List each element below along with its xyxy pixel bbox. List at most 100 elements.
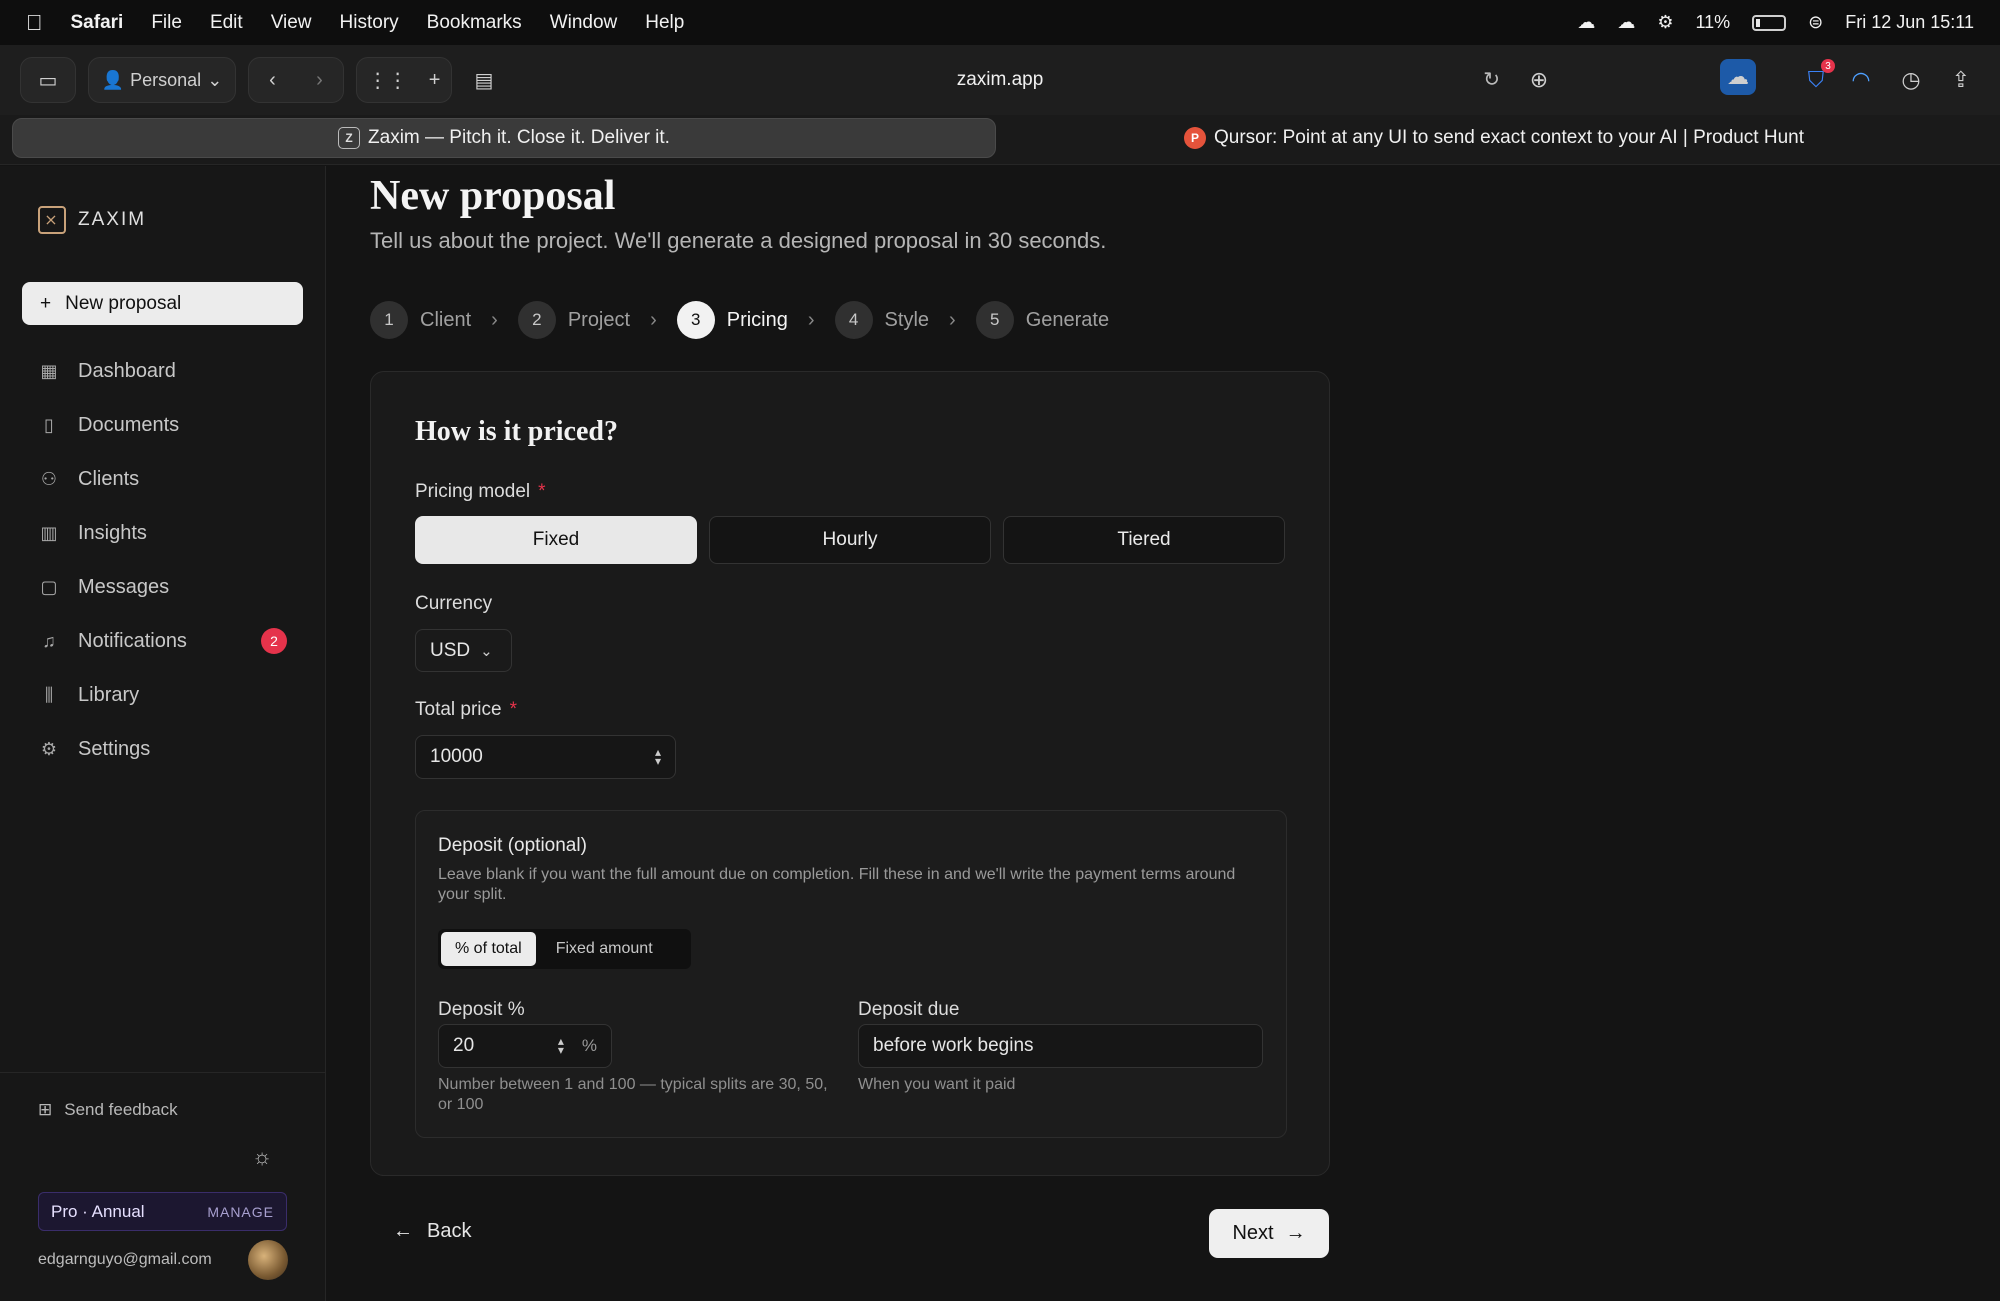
share-icon[interactable]: ⇪ <box>1940 59 1982 101</box>
menu-app-name[interactable]: Safari <box>71 12 124 34</box>
deposit-panel: Deposit (optional) Leave blank if you wa… <box>415 810 1287 1138</box>
tab-zaxim-title: Zaxim — Pitch it. Close it. Deliver it. <box>368 127 670 148</box>
sidebar-item-label: Notifications <box>78 629 187 652</box>
currency-value: USD <box>430 639 471 661</box>
sidebar-item-label: Messages <box>78 575 170 598</box>
step-client[interactable]: 1 Client <box>370 301 471 339</box>
pricing-option-fixed[interactable]: Fixed <box>415 516 697 564</box>
gear-icon: ⚙ <box>40 738 58 759</box>
menu-history[interactable]: History <box>340 12 399 34</box>
reload-icon[interactable]: ↻ <box>1483 67 1500 92</box>
theme-toggle-sun-icon[interactable]: ☼ <box>252 1144 272 1170</box>
forward-arrow-icon[interactable]: › <box>316 69 323 92</box>
sidebar-item-messages[interactable]: ▢ Messages <box>22 560 303 614</box>
new-proposal-label: New proposal <box>65 292 182 314</box>
download-icon[interactable]: ⊕ <box>1518 59 1560 101</box>
tab-zaxim[interactable]: Z Zaxim — Pitch it. Close it. Deliver it… <box>12 118 996 158</box>
cloud-sync-icon[interactable]: ☁ <box>1617 12 1635 33</box>
sidebar-item-notifications[interactable]: ♫ Notifications 2 <box>22 614 303 668</box>
battery-icon[interactable] <box>1752 14 1787 31</box>
grid-icon: ▦ <box>40 360 58 381</box>
extension-cloud-icon[interactable]: ☁ <box>1720 59 1756 95</box>
deposit-percent-label: Deposit % <box>438 999 525 1020</box>
back-label: Back <box>427 1220 472 1242</box>
sidebar-item-library[interactable]: ⫼ Library <box>22 668 303 722</box>
step-project[interactable]: 2 Project <box>517 301 631 339</box>
wifi-extension-icon[interactable]: ◠ <box>1840 59 1882 101</box>
profile-button[interactable]: 👤 Personal ⌄ <box>88 57 236 103</box>
send-feedback-link[interactable]: ⊞ Send feedback <box>38 1100 178 1120</box>
browser-toolbar: ▭ 👤 Personal ⌄ ‹ › ⋮⋮ + ▤ zaxim.app ↻ ⊕ … <box>0 45 2000 115</box>
step-style[interactable]: 4 Style <box>834 301 929 339</box>
deposit-title: Deposit (optional) <box>438 835 587 856</box>
total-price-label-text: Total price <box>415 699 502 720</box>
stepper-arrows-icon[interactable]: ▴ ▾ <box>558 1035 564 1056</box>
step-label: Generate <box>1025 308 1110 331</box>
notification-badge: 2 <box>261 628 287 654</box>
back-button[interactable]: ← Back <box>393 1220 471 1243</box>
cloud-icon[interactable]: ☁ <box>1577 12 1595 33</box>
sidebar-item-documents[interactable]: ▯ Documents <box>22 398 303 452</box>
step-label: Project <box>567 308 631 331</box>
pricing-option-tiered[interactable]: Tiered <box>1003 516 1285 564</box>
sidebar-item-dashboard[interactable]: ▦ Dashboard <box>22 344 303 398</box>
chevron-down-icon: ⌄ <box>480 642 493 660</box>
deposit-due-value: before work begins <box>873 1035 1034 1056</box>
avatar[interactable] <box>248 1240 288 1280</box>
step-generate[interactable]: 5 Generate <box>975 301 1110 339</box>
total-price-label: Total price * <box>415 699 517 721</box>
deposit-due-input[interactable]: before work begins <box>858 1024 1263 1068</box>
feedback-icon: ⊞ <box>38 1100 53 1119</box>
sidebar-item-clients[interactable]: ⚇ Clients <box>22 452 303 506</box>
address-bar[interactable]: zaxim.app ↻ <box>480 55 1520 105</box>
chevron-right-icon: › <box>491 308 498 331</box>
clock[interactable]: Fri 12 Jun 15:11 <box>1845 12 1974 33</box>
tab-overview-icon[interactable]: ⋮⋮ <box>368 68 408 93</box>
menu-edit[interactable]: Edit <box>210 12 243 34</box>
deposit-fixed-option[interactable]: Fixed amount <box>542 932 667 966</box>
page-title: New proposal <box>370 173 616 219</box>
step-pricing[interactable]: 3 Pricing <box>676 301 788 339</box>
menu-window[interactable]: Window <box>550 12 618 34</box>
plus-icon: + <box>40 292 52 314</box>
apple-icon[interactable]:  <box>26 10 43 36</box>
deposit-percent-input[interactable]: 20 ▴ ▾ % <box>438 1024 612 1068</box>
stepper: 1 Client › 2 Project › 3 Pricing › 4 Sty… <box>370 301 1109 339</box>
bitwarden-shield-icon[interactable]: ⛉ 3 <box>1795 59 1837 101</box>
manage-plan-button[interactable]: MANAGE <box>207 1204 274 1220</box>
history-clock-icon[interactable]: ◷ <box>1890 59 1932 101</box>
menu-bookmarks[interactable]: Bookmarks <box>427 12 522 34</box>
main-content: New proposal Tell us about the project. … <box>327 166 2000 1301</box>
tab-product-hunt[interactable]: P Qursor: Point at any UI to send exact … <box>1000 118 1988 158</box>
step-number: 2 <box>517 301 556 339</box>
back-arrow-icon[interactable]: ‹ <box>269 69 276 92</box>
sidebar-toggle-icon[interactable]: ▭ <box>20 57 76 103</box>
stepper-arrows-icon[interactable]: ▴ ▾ <box>655 746 661 767</box>
plan-badge: Pro · Annual MANAGE <box>38 1192 287 1231</box>
sidebar-item-label: Settings <box>78 737 151 760</box>
address-text: zaxim.app <box>956 69 1044 90</box>
arrow-right-icon: → <box>1285 1222 1306 1244</box>
document-icon: ▯ <box>44 414 54 435</box>
product-hunt-favicon-icon: P <box>1183 127 1206 149</box>
step-label: Client <box>420 308 472 331</box>
deposit-percent-option[interactable]: % of total <box>441 932 536 966</box>
brand[interactable]: ⨯ ZAXIM <box>38 206 146 234</box>
sidebar-item-insights[interactable]: ▥ Insights <box>22 506 303 560</box>
gear-status-icon[interactable]: ⚙ <box>1657 12 1673 33</box>
menu-help[interactable]: Help <box>645 12 684 34</box>
new-proposal-button[interactable]: + New proposal <box>22 282 303 325</box>
menu-status-area: ☁ ☁ ⚙ 11% ⊜ Fri 12 Jun 15:11 <box>1577 12 1974 33</box>
currency-select[interactable]: USD ⌄ <box>415 629 512 672</box>
total-price-input[interactable]: 10000 ▴ ▾ <box>415 735 676 779</box>
card-heading: How is it priced? <box>415 416 618 447</box>
brand-name: ZAXIM <box>78 209 147 230</box>
deposit-type-toggle: % of total Fixed amount <box>438 929 691 969</box>
pricing-option-hourly[interactable]: Hourly <box>709 516 991 564</box>
sidebar-item-settings[interactable]: ⚙ Settings <box>22 722 303 776</box>
control-center-icon[interactable]: ⊜ <box>1808 12 1823 33</box>
menu-file[interactable]: File <box>151 12 182 34</box>
menu-view[interactable]: View <box>271 12 312 34</box>
new-tab-icon[interactable]: + <box>429 69 441 92</box>
next-button[interactable]: Next → <box>1209 1209 1329 1258</box>
